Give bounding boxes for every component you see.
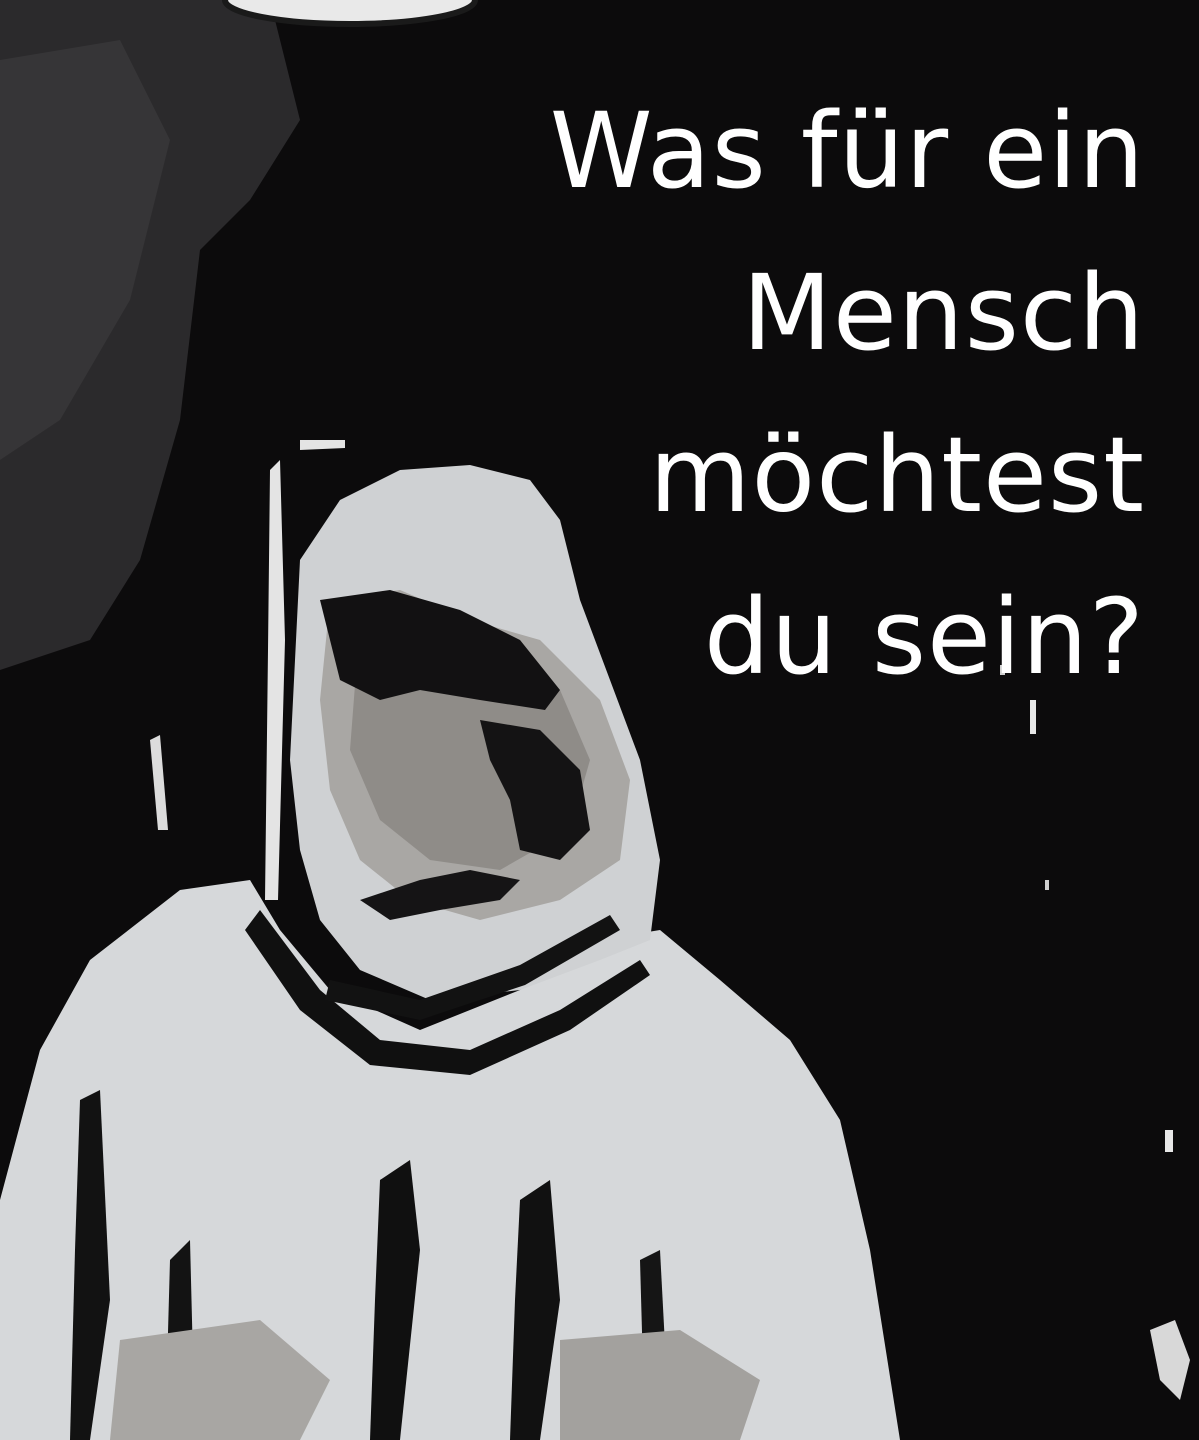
headline-question: Was für ein Mensch möchtest du sein? bbox=[385, 70, 1145, 718]
poster: Was für ein Mensch möchtest du sein? bbox=[0, 0, 1199, 1440]
headline-line-3: möchtest bbox=[649, 414, 1145, 536]
headline-line-1: Was für ein bbox=[549, 90, 1145, 212]
headline-line-2: Mensch bbox=[742, 252, 1145, 374]
headline-line-4: du sein? bbox=[703, 576, 1145, 698]
